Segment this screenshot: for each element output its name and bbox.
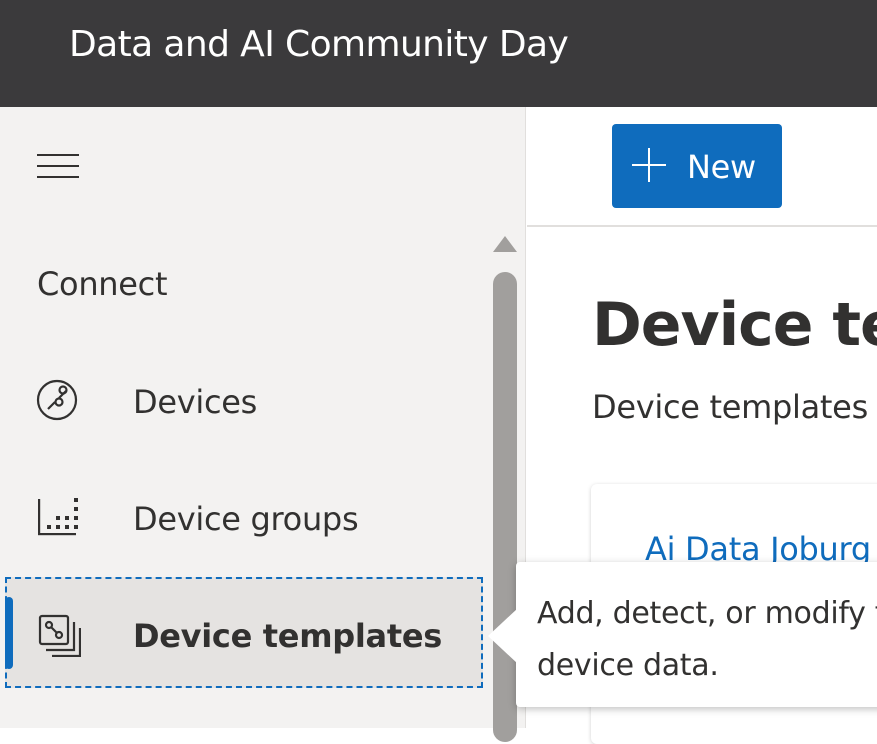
sidebar-item-device-groups[interactable]: Device groups (0, 462, 484, 575)
top-bar: Data and AI Community Day (0, 0, 877, 107)
sidebar-item-label: Device templates (133, 617, 442, 655)
sidebar-item-label: Device groups (133, 500, 359, 538)
active-indicator (5, 597, 13, 669)
sidebar-item-device-templates[interactable]: Device templates (5, 577, 483, 688)
new-button[interactable]: New (612, 124, 782, 208)
new-button-label: New (687, 148, 756, 186)
device-groups-icon (35, 495, 79, 539)
sidebar-item-label: Devices (133, 383, 258, 421)
sidebar-scrollbar-thumb[interactable] (493, 272, 517, 742)
devices-icon (35, 378, 79, 422)
hamburger-menu-icon[interactable] (37, 154, 79, 180)
tooltip-arrow (488, 608, 518, 664)
sidebar-item-devices[interactable]: Devices (0, 345, 484, 458)
plus-icon (632, 148, 666, 182)
tooltip-text: Add, detect, or modify te device data. (537, 596, 877, 683)
page-title: Device te (592, 290, 877, 360)
app-title: Data and AI Community Day (69, 24, 569, 65)
section-label-connect: Connect (37, 265, 168, 303)
scroll-up-arrow-icon[interactable] (493, 236, 517, 252)
device-templates-icon (37, 613, 81, 657)
page-subtitle: Device templates (592, 388, 868, 426)
